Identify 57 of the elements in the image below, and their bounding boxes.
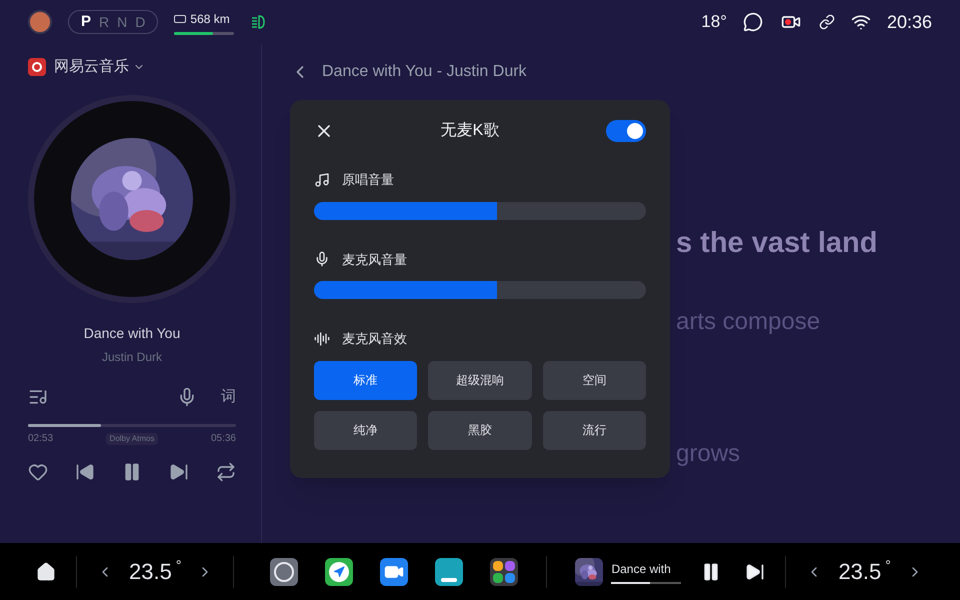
clock: 20:36 — [886, 10, 932, 34]
app-name: 网易云音乐 — [54, 57, 129, 77]
slider-label: 麦克风音量 — [342, 250, 407, 268]
lyric-line: arts compose — [676, 306, 822, 336]
effect-option[interactable]: 黑胶 — [428, 410, 532, 450]
link-icon[interactable] — [818, 14, 835, 30]
gear-letter: R — [99, 12, 110, 32]
dialog-title: 无麦K歌 — [440, 120, 500, 141]
temperature-unit: ° — [176, 556, 182, 575]
effect-option[interactable]: 流行 — [542, 410, 646, 450]
effect-option[interactable]: 超级混响 — [428, 360, 532, 400]
next-icon[interactable] — [745, 562, 766, 582]
next-icon[interactable] — [169, 462, 189, 482]
previous-icon[interactable] — [75, 462, 95, 482]
app-grid-icon[interactable] — [490, 558, 518, 586]
settings-app-icon[interactable] — [270, 558, 298, 586]
effect-option[interactable]: 纯净 — [314, 410, 418, 450]
app-logo-icon — [28, 58, 46, 76]
battery-icon — [174, 14, 186, 22]
song-title: Dance with You — [82, 324, 182, 342]
microphone-icon — [314, 251, 330, 268]
avatar[interactable] — [28, 10, 52, 34]
headlight-icon — [250, 14, 266, 30]
navigation-app-icon[interactable] — [325, 558, 354, 586]
home-icon[interactable] — [36, 562, 56, 582]
slider-label: 原唱音量 — [342, 171, 394, 189]
section-label: 麦克风音效 — [342, 330, 407, 348]
sound-wave-icon — [314, 330, 330, 347]
outside-temperature: 18° — [701, 11, 727, 34]
music-note-icon — [314, 172, 330, 188]
repeat-icon[interactable] — [216, 462, 236, 482]
effect-option[interactable]: 标准 — [314, 360, 418, 400]
total-time: 05:36 — [210, 432, 236, 446]
gear-letter: D — [135, 12, 146, 32]
progress-bar[interactable] — [28, 424, 236, 427]
toggle-switch[interactable] — [606, 120, 646, 142]
temperature-value: 23.5 — [129, 558, 172, 586]
favorite-icon[interactable] — [28, 462, 48, 482]
song-artist: Justin Durk — [100, 348, 164, 366]
elapsed-time: 02:53 — [28, 432, 54, 446]
effect-option[interactable]: 空间 — [542, 360, 646, 400]
volume-slider[interactable] — [314, 202, 646, 220]
song-header: Dance with You - Justin Durk — [322, 62, 527, 82]
audio-format-badge: Dolby Atmos — [106, 432, 158, 444]
message-icon[interactable] — [742, 12, 763, 32]
gear-letter: P — [81, 12, 92, 32]
now-playing-title: Dance with — [611, 560, 672, 578]
gear-letter: N — [117, 12, 128, 32]
temperature-value: 23.5 — [838, 558, 882, 586]
lyric-line: grows — [676, 438, 742, 468]
volume-slider[interactable] — [314, 281, 646, 299]
lyrics-button[interactable]: 词 — [221, 386, 236, 408]
range-text: 568 km — [190, 10, 230, 28]
temperature-unit: ° — [885, 556, 891, 575]
lyric-line: s the vast land — [676, 226, 878, 261]
video-app-icon[interactable] — [380, 558, 408, 586]
seat-app-icon[interactable] — [435, 558, 464, 586]
